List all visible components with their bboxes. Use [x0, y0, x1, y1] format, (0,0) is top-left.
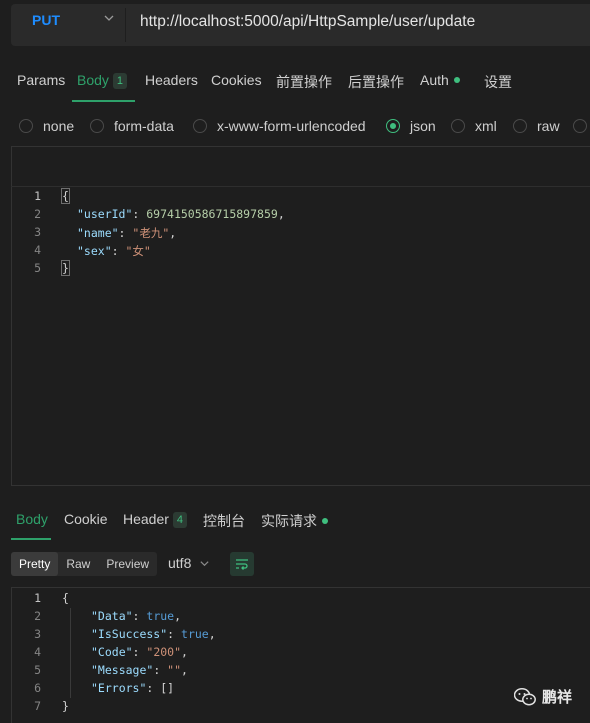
- tab-post-script[interactable]: 后置操作: [348, 72, 404, 92]
- line-number: 3: [34, 627, 41, 641]
- radio-x-www-form-urlencoded[interactable]: x-www-form-urlencoded: [193, 117, 366, 135]
- watermark-text: 鹏祥: [542, 689, 573, 706]
- code-line: "sex": "女": [77, 244, 151, 258]
- word-wrap-button[interactable]: [230, 552, 254, 576]
- view-pretty-button[interactable]: Pretty: [11, 552, 59, 576]
- line-number: 1: [34, 591, 41, 605]
- radio-xml[interactable]: xml: [451, 117, 497, 135]
- line-number: 6: [34, 681, 41, 695]
- radio-circle-selected: [386, 119, 400, 133]
- editor-toolbar-divider: [11, 186, 590, 187]
- radio-none[interactable]: none: [19, 117, 74, 135]
- line-number: 4: [34, 645, 41, 659]
- line-number: 3: [34, 225, 41, 239]
- radio-binary[interactable]: [573, 117, 590, 135]
- radio-circle: [193, 119, 207, 133]
- code-line: "userId": 6974150586715897859,: [77, 207, 285, 221]
- code-line: "IsSuccess": true,: [91, 627, 216, 641]
- code-line: "name": "老九",: [77, 226, 177, 240]
- code-line: "Errors": []: [91, 681, 175, 695]
- tab-pre-script[interactable]: 前置操作: [276, 72, 332, 92]
- url-divider: [125, 8, 126, 42]
- line-number: 7: [34, 699, 41, 713]
- code-line: }: [62, 699, 69, 713]
- tab-headers[interactable]: Headers: [145, 72, 198, 88]
- response-tab-body[interactable]: Body: [16, 511, 48, 527]
- chevron-down-icon[interactable]: [199, 558, 210, 569]
- view-preview-button[interactable]: Preview: [98, 552, 157, 576]
- line-number: 1: [34, 189, 41, 203]
- radio-json[interactable]: json: [386, 117, 436, 135]
- header-count-badge: 4: [172, 512, 188, 528]
- line-number: 4: [34, 243, 41, 257]
- tab-params[interactable]: Params: [17, 72, 65, 88]
- tab-cookies[interactable]: Cookies: [211, 72, 262, 88]
- body-count-badge: 1: [112, 73, 128, 89]
- wechat-icon: [514, 687, 536, 705]
- tab-auth[interactable]: Auth: [420, 72, 460, 88]
- request-body-editor[interactable]: [11, 146, 590, 486]
- response-tab-actual-request[interactable]: 实际请求: [261, 511, 328, 531]
- active-response-tab-indicator: [11, 538, 51, 540]
- radio-circle: [513, 119, 527, 133]
- method-select[interactable]: PUT: [32, 12, 60, 28]
- radio-circle: [19, 119, 33, 133]
- radio-form-data[interactable]: form-data: [90, 117, 174, 135]
- chevron-down-icon[interactable]: [103, 12, 115, 24]
- view-mode-switcher: Pretty Raw Preview: [11, 552, 158, 576]
- code-line: {: [62, 591, 69, 605]
- encoding-select[interactable]: utf8: [168, 555, 191, 571]
- code-line: }: [61, 260, 70, 276]
- wrap-lines-icon: [236, 559, 248, 570]
- radio-circle: [90, 119, 104, 133]
- line-number: 5: [34, 261, 41, 275]
- code-line: "Data": true,: [91, 609, 182, 623]
- actual-request-dot: [322, 518, 328, 524]
- radio-circle: [573, 119, 587, 133]
- view-raw-button[interactable]: Raw: [58, 552, 98, 576]
- code-line: "Message": "",: [91, 663, 188, 677]
- tab-settings[interactable]: 设置: [484, 72, 512, 92]
- indent-guide: [70, 608, 71, 698]
- code-line: {: [61, 188, 70, 204]
- line-number: 5: [34, 663, 41, 677]
- radio-raw[interactable]: raw: [513, 117, 560, 135]
- auth-status-dot: [453, 77, 460, 83]
- url-input[interactable]: http://localhost:5000/api/HttpSample/use…: [140, 13, 475, 31]
- radio-circle: [451, 119, 465, 133]
- line-number: 2: [34, 609, 41, 623]
- response-tab-cookie[interactable]: Cookie: [64, 511, 108, 527]
- response-tab-header[interactable]: Header 4: [123, 511, 188, 528]
- active-tab-indicator: [72, 100, 135, 102]
- response-tab-console[interactable]: 控制台: [203, 511, 245, 531]
- line-number: 2: [34, 207, 41, 221]
- watermark: 鹏祥: [514, 686, 572, 707]
- tab-body[interactable]: Body 1: [77, 72, 128, 89]
- code-line: "Code": "200",: [91, 645, 188, 659]
